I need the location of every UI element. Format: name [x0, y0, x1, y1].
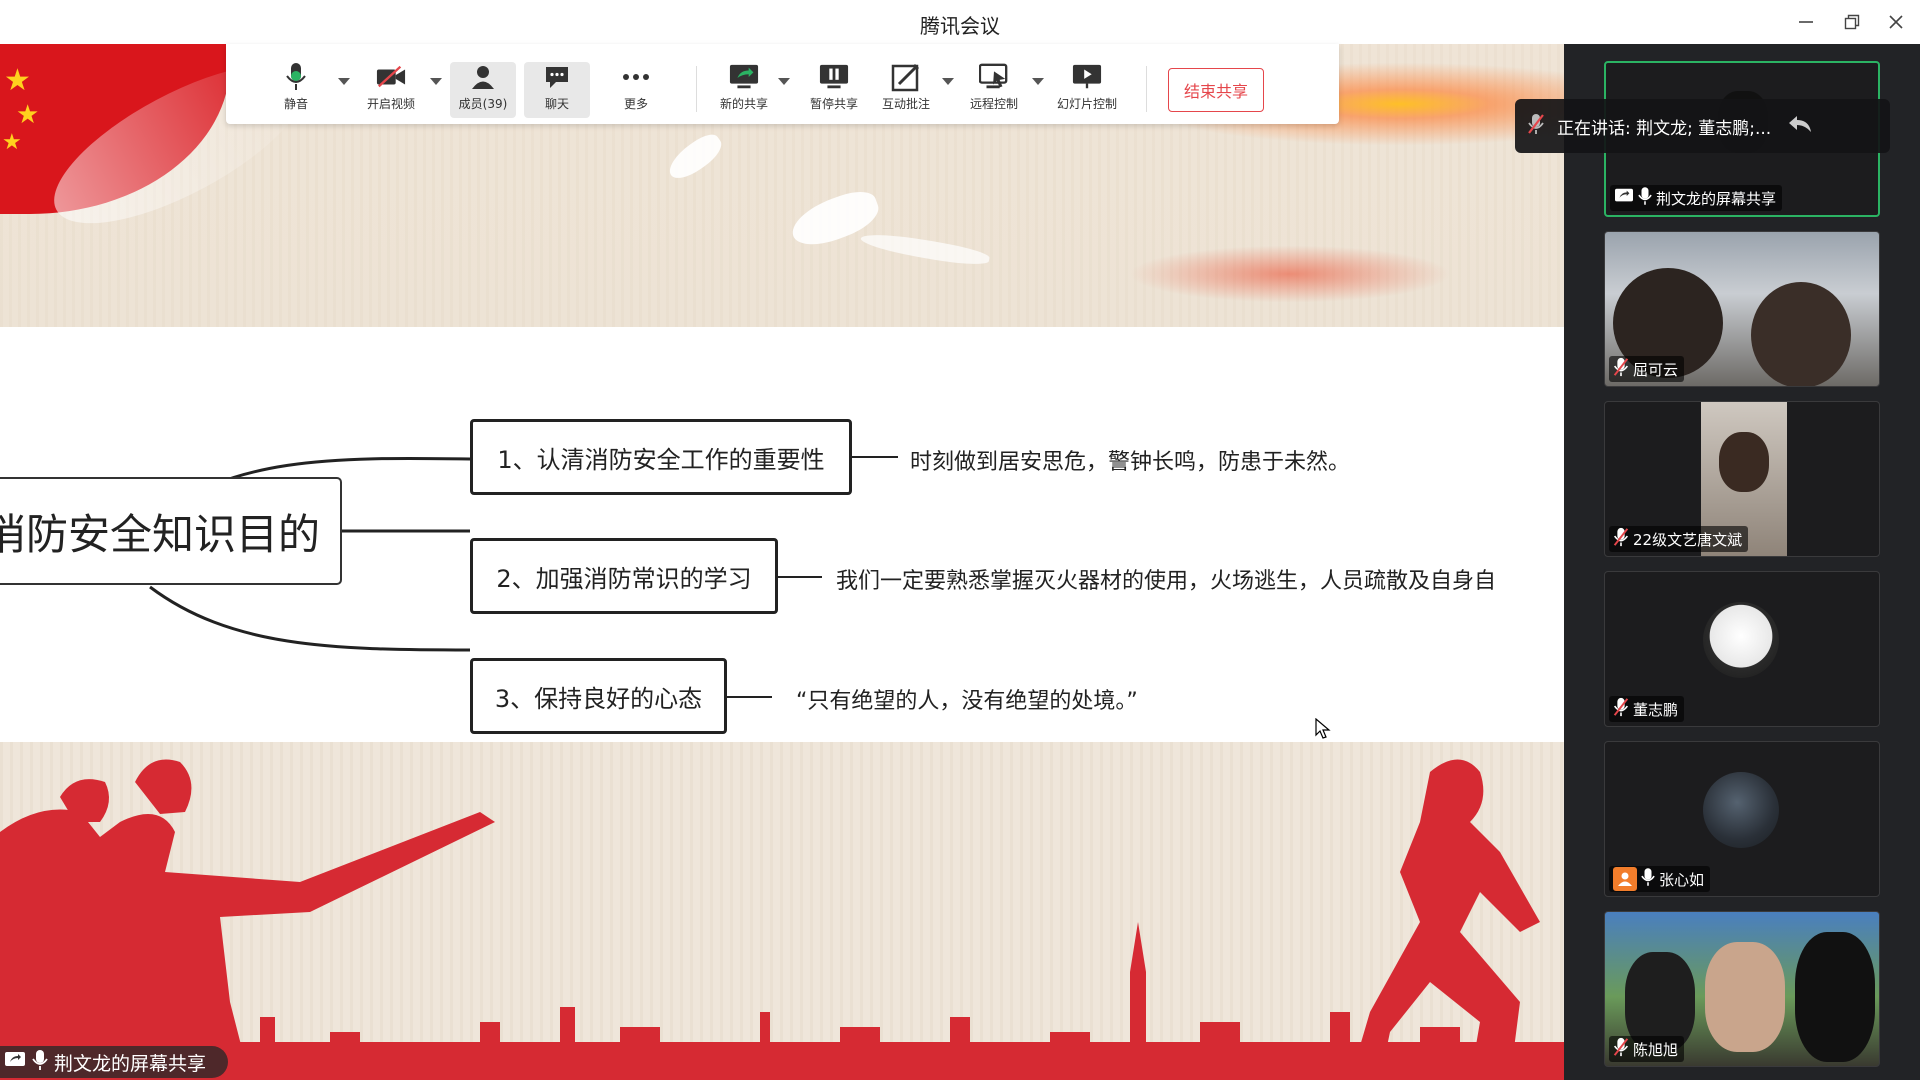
- chat-label: 聊天: [544, 97, 569, 111]
- annotate-options-dropdown[interactable]: [942, 78, 954, 85]
- participant-name: 屈可云: [1633, 360, 1679, 379]
- mind-map-branch-1-desc: 时刻做到居安思危，警钟长鸣，防患于未然。: [910, 450, 1351, 475]
- sharer-name-tag: 荆文龙的屏幕共享: [0, 1046, 228, 1078]
- minimize-icon[interactable]: [1786, 6, 1826, 38]
- annotate-icon: [891, 62, 921, 92]
- more-label: 更多: [623, 97, 648, 111]
- mute-button[interactable]: 静音: [274, 62, 318, 118]
- video-person: [1719, 432, 1769, 492]
- remote-control-button[interactable]: 远程控制: [964, 62, 1024, 118]
- shared-screen: ★ ★ ★ 消防安全知识目的 1、认清消防安全工作的重要性 时刻做到居安思危，警…: [0, 44, 1564, 1080]
- toolbar-divider: [696, 66, 697, 112]
- slide-footer-background: [0, 742, 1564, 1080]
- toolbar-divider: [1146, 66, 1147, 112]
- video-person: [1705, 942, 1785, 1052]
- more-icon: [621, 62, 651, 92]
- restore-icon[interactable]: [1832, 6, 1872, 38]
- mind-map-root: 消防安全知识目的: [0, 477, 342, 585]
- members-label: 成员(39): [458, 97, 508, 111]
- avatar: [1703, 602, 1779, 678]
- members-icon: [468, 62, 498, 92]
- window-title: 腾讯会议: [920, 14, 1000, 38]
- new-share-button[interactable]: 新的共享: [714, 62, 774, 118]
- slide-control-label: 幻灯片控制: [1056, 97, 1117, 111]
- mind-map: 消防安全知识目的 1、认清消防安全工作的重要性 时刻做到居安思危，警钟长鸣，防患…: [0, 327, 1564, 742]
- participant-namebar: 张心如: [1609, 866, 1711, 892]
- participant-namebar: 董志鹏: [1609, 696, 1685, 722]
- participant-namebar: 陈旭旭: [1609, 1036, 1685, 1062]
- microphone-icon: [1641, 867, 1655, 891]
- speaking-indicator: 正在讲话: 荆文龙; 董志鹏;...: [1515, 99, 1890, 153]
- start-video-button[interactable]: 开启视频: [356, 62, 426, 118]
- participants-panel: 荆文龙的屏幕共享 屈可云 22级文艺唐文斌 董志鹏 张心如 陈旭旭: [1564, 44, 1920, 1080]
- reply-icon[interactable]: [1787, 113, 1813, 139]
- participant-namebar: 屈可云: [1609, 356, 1685, 382]
- pause-share-label: 暂停共享: [809, 97, 858, 111]
- remote-control-icon: [979, 62, 1009, 92]
- meeting-toolbar: 静音 开启视频 成员(39) 聊天 更多 新的共享 暂停共享 互动批注 远程控制…: [226, 44, 1339, 124]
- mic-muted-icon: [1613, 1037, 1629, 1061]
- mic-muted-icon: [1527, 113, 1545, 139]
- close-icon[interactable]: [1876, 6, 1916, 38]
- participant-name: 22级文艺唐文斌: [1633, 530, 1743, 549]
- pause-share-button[interactable]: 暂停共享: [804, 62, 864, 118]
- participant-tile[interactable]: 陈旭旭: [1604, 911, 1880, 1067]
- user-avatar-icon: [1613, 867, 1637, 891]
- mic-muted-icon: [1613, 527, 1629, 551]
- participant-namebar: 22级文艺唐文斌: [1609, 526, 1749, 552]
- members-button[interactable]: 成员(39): [450, 62, 516, 118]
- mic-muted-icon: [1613, 697, 1629, 721]
- chat-button[interactable]: 聊天: [524, 62, 590, 118]
- mic-muted-icon: [1613, 357, 1629, 381]
- chat-icon: [542, 62, 572, 92]
- microphone-icon: [281, 62, 311, 92]
- screen-share-icon: [4, 1050, 26, 1074]
- new-share-label: 新的共享: [719, 97, 768, 111]
- video-options-dropdown[interactable]: [430, 78, 442, 85]
- audio-options-dropdown[interactable]: [338, 78, 350, 85]
- speaking-text: 正在讲话: 荆文龙; 董志鹏;...: [1557, 118, 1772, 139]
- slide-control-icon: [1072, 62, 1102, 92]
- mind-map-branch-3-desc: “只有绝望的人，没有绝望的处境。”: [796, 689, 1138, 714]
- participant-tile[interactable]: 张心如: [1604, 741, 1880, 897]
- flag-star: ★: [2, 130, 22, 155]
- more-button[interactable]: 更多: [611, 62, 661, 118]
- mind-map-branch-2-desc: 我们一定要熟悉掌握灭火器材的使用，火场逃生，人员疏散及自身自: [836, 569, 1497, 594]
- video-person: [1795, 932, 1875, 1062]
- mouse-cursor-icon: [1315, 717, 1331, 744]
- flag-star: ★: [4, 63, 31, 98]
- participant-name: 荆文龙的屏幕共享: [1656, 189, 1777, 208]
- annotate-label: 互动批注: [881, 97, 930, 111]
- start-video-label: 开启视频: [366, 97, 415, 111]
- remote-control-label: 远程控制: [969, 97, 1018, 111]
- participant-name: 陈旭旭: [1633, 1040, 1679, 1059]
- participant-namebar: 荆文龙的屏幕共享: [1610, 185, 1783, 211]
- video-person: [1751, 282, 1851, 386]
- mind-map-branch-3: 3、保持良好的心态: [470, 658, 727, 734]
- participant-tile[interactable]: 董志鹏: [1604, 571, 1880, 727]
- participant-tile[interactable]: 屈可云: [1604, 231, 1880, 387]
- flag-star: ★: [16, 100, 40, 130]
- slide-control-button[interactable]: 幻灯片控制: [1052, 62, 1122, 118]
- new-share-icon: [729, 62, 759, 92]
- participant-tile[interactable]: 22级文艺唐文斌: [1604, 401, 1880, 557]
- annotate-button[interactable]: 互动批注: [876, 62, 936, 118]
- avatar: [1703, 772, 1779, 848]
- mind-map-branch-1: 1、认清消防安全工作的重要性: [470, 419, 852, 495]
- mind-map-branch-2: 2、加强消防常识的学习: [470, 538, 778, 614]
- firefighter-silhouettes: [0, 759, 1564, 1080]
- share-options-dropdown[interactable]: [778, 78, 790, 85]
- microphone-icon: [32, 1049, 48, 1075]
- microphone-icon: [1638, 186, 1652, 210]
- mute-label: 静音: [283, 97, 308, 111]
- sharer-name: 荆文龙的屏幕共享: [54, 1052, 207, 1075]
- pause-share-icon: [819, 62, 849, 92]
- title-bar: 腾讯会议: [0, 0, 1920, 44]
- video-off-icon: [376, 62, 406, 92]
- screen-share-icon: [1614, 187, 1634, 209]
- remote-control-dropdown[interactable]: [1032, 78, 1044, 85]
- participant-name: 张心如: [1659, 870, 1705, 889]
- participant-name: 董志鹏: [1633, 700, 1679, 719]
- end-share-button[interactable]: 结束共享: [1168, 68, 1264, 112]
